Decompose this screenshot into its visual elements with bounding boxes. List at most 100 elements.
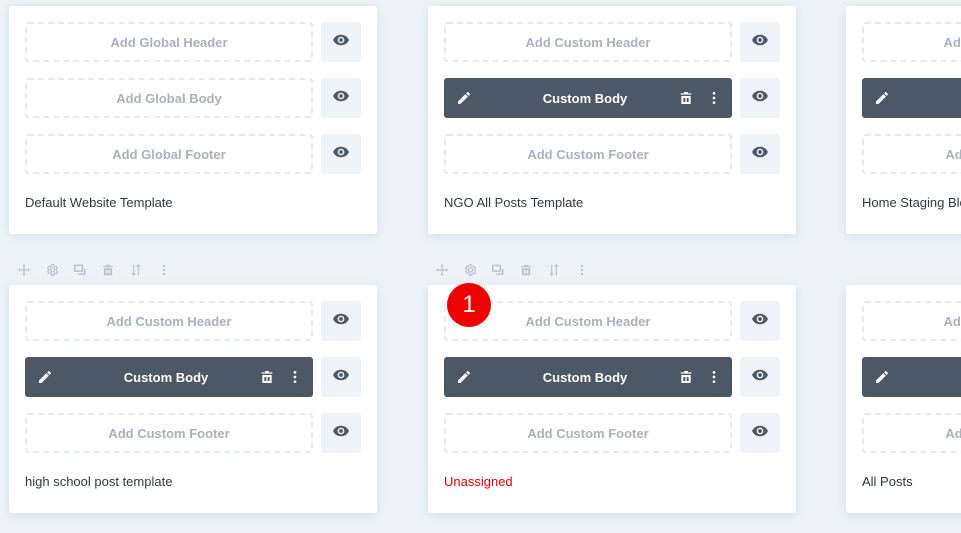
body-layout-bar[interactable]: Custom Body (444, 357, 732, 397)
template-title: Default Website Template (25, 195, 173, 210)
body-layout-bar[interactable]: Custom Body (862, 357, 961, 397)
gear-icon[interactable] (462, 262, 478, 278)
layout-label: Custom Body (542, 369, 628, 385)
add-header-button[interactable]: Add Custom Header (444, 22, 732, 62)
pencil-icon[interactable] (874, 369, 890, 385)
add-footer-button[interactable]: Add Custom Footer (862, 134, 961, 174)
body-slot-row: Custom Body (444, 78, 780, 118)
eye-icon (751, 87, 769, 110)
template-title: All Posts (862, 474, 913, 489)
vertical-dots-icon[interactable] (706, 369, 722, 385)
trash-icon[interactable] (259, 369, 275, 385)
move-icon[interactable] (16, 262, 32, 278)
header-slot-row: Add Custom Header (444, 22, 780, 62)
template-card: Add Custom Header Custom Body Add Custom F… (846, 6, 961, 234)
duplicate-icon[interactable] (490, 262, 506, 278)
eye-icon (332, 31, 350, 54)
body-layout-bar[interactable]: Custom Body (444, 78, 732, 118)
pencil-icon[interactable] (37, 369, 53, 385)
header-visibility-toggle[interactable] (740, 22, 780, 62)
footer-slot-row: Add Custom Footer (862, 134, 961, 174)
eye-icon (751, 310, 769, 333)
footer-visibility-toggle[interactable] (740, 413, 780, 453)
body-visibility-toggle[interactable] (321, 78, 361, 118)
eye-icon (751, 31, 769, 54)
layout-label: Custom Body (910, 370, 961, 385)
header-slot-row: Add Custom Header (25, 301, 361, 341)
eye-icon (751, 366, 769, 389)
header-visibility-toggle[interactable] (321, 22, 361, 62)
move-icon[interactable] (434, 262, 450, 278)
eye-icon (332, 87, 350, 110)
trash-icon[interactable] (678, 90, 694, 106)
body-layout-bar[interactable]: Custom Body (25, 357, 313, 397)
body-slot-row: Custom Body (25, 357, 361, 397)
vertical-dots-icon[interactable] (574, 262, 590, 278)
add-footer-button[interactable]: Add Custom Footer (444, 413, 732, 453)
layout-label: Custom Body (123, 369, 209, 385)
pencil-icon[interactable] (456, 90, 472, 106)
template-card: Add Custom Header Custom Body Add Custom F… (846, 285, 961, 513)
header-slot-row: Add Global Header (25, 22, 361, 62)
add-header-button[interactable]: Add Custom Header (25, 301, 313, 341)
add-footer-button[interactable]: Add Custom Footer (862, 413, 961, 453)
eye-icon (751, 422, 769, 445)
body-visibility-toggle[interactable] (740, 357, 780, 397)
eye-icon (332, 366, 350, 389)
add-footer-button[interactable]: Add Custom Footer (25, 413, 313, 453)
trash-icon[interactable] (100, 262, 116, 278)
header-slot-row: Add Custom Header (444, 301, 780, 341)
header-visibility-toggle[interactable] (740, 301, 780, 341)
template-card: Add Custom Header Custom Body Add Custom F… (9, 285, 377, 513)
pencil-icon[interactable] (456, 369, 472, 385)
pencil-icon[interactable] (874, 90, 890, 106)
add-header-button[interactable]: Add Custom Header (862, 301, 961, 341)
vertical-dots-icon[interactable] (287, 369, 303, 385)
footer-slot-row: Add Global Footer (25, 134, 361, 174)
body-layout-bar[interactable]: Custom Body (862, 78, 961, 118)
footer-slot-row: Add Custom Footer (444, 413, 780, 453)
header-slot-row: Add Custom Header (862, 22, 961, 62)
trash-icon[interactable] (678, 369, 694, 385)
gear-icon[interactable] (44, 262, 60, 278)
sort-arrows-icon[interactable] (546, 262, 562, 278)
add-header-button[interactable]: Add Custom Header (862, 22, 961, 62)
layout-label: Custom Body (910, 91, 961, 106)
footer-slot-row: Add Custom Footer (444, 134, 780, 174)
step-badge: 1 (447, 283, 491, 327)
vertical-dots-icon[interactable] (156, 262, 172, 278)
add-body-button[interactable]: Add Global Body (25, 78, 313, 118)
body-visibility-toggle[interactable] (321, 357, 361, 397)
footer-slot-row: Add Custom Footer (25, 413, 361, 453)
template-title: high school post template (25, 474, 173, 489)
add-footer-button[interactable]: Add Global Footer (25, 134, 313, 174)
header-visibility-toggle[interactable] (321, 301, 361, 341)
sort-arrows-icon[interactable] (128, 262, 144, 278)
add-header-button[interactable]: Add Global Header (25, 22, 313, 62)
eye-icon (332, 143, 350, 166)
vertical-dots-icon[interactable] (706, 90, 722, 106)
template-title: Home Staging Blog Template (862, 195, 961, 210)
body-slot-row: Custom Body (862, 78, 961, 118)
duplicate-icon[interactable] (72, 262, 88, 278)
footer-visibility-toggle[interactable] (321, 413, 361, 453)
template-card: Add Global Header Add Global Body Add Glob… (9, 6, 377, 234)
template-title: NGO All Posts Template (444, 195, 584, 210)
add-footer-button[interactable]: Add Custom Footer (444, 134, 732, 174)
body-slot-row: Add Global Body (25, 78, 361, 118)
template-toolbar (434, 262, 590, 278)
body-slot-row: Custom Body (444, 357, 780, 397)
eye-icon (332, 422, 350, 445)
template-toolbar (16, 262, 172, 278)
body-visibility-toggle[interactable] (740, 78, 780, 118)
body-slot-row: Custom Body (862, 357, 961, 397)
trash-icon[interactable] (518, 262, 534, 278)
footer-visibility-toggle[interactable] (321, 134, 361, 174)
eye-icon (751, 143, 769, 166)
header-slot-row: Add Custom Header (862, 301, 961, 341)
unassigned-label[interactable]: Unassigned (444, 474, 513, 489)
footer-visibility-toggle[interactable] (740, 134, 780, 174)
eye-icon (332, 310, 350, 333)
footer-slot-row: Add Custom Footer (862, 413, 961, 453)
layout-label: Custom Body (542, 90, 628, 106)
